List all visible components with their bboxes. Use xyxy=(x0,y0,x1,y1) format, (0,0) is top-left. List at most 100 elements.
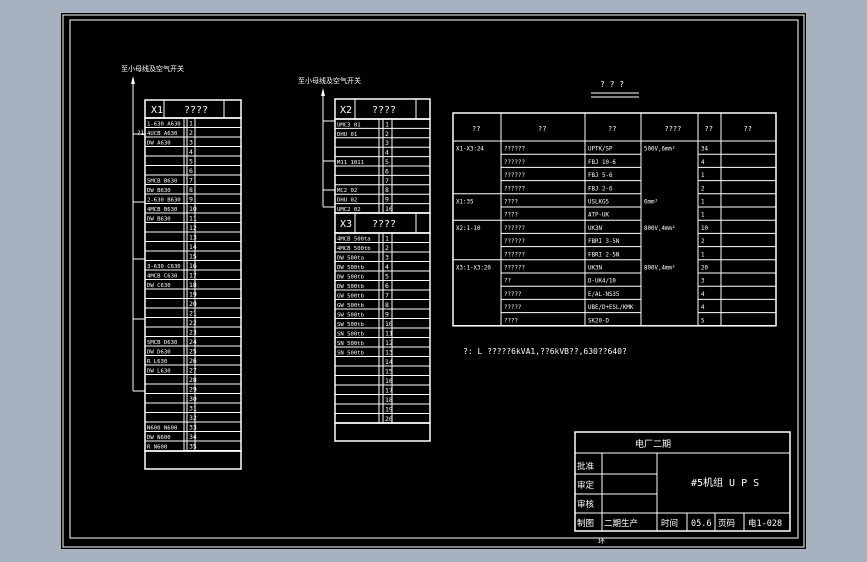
table-cell: X2:1-10 xyxy=(456,226,481,232)
x3-title: ???? xyxy=(372,219,396,230)
x2-terminal-number: 5 xyxy=(385,158,389,166)
label-check: 审核 xyxy=(577,499,595,510)
x1-terminal-number: 30 xyxy=(189,395,197,403)
x1-terminal-number: 25 xyxy=(189,348,197,356)
table-cell: FBRI 3-5N xyxy=(588,239,620,245)
x1-title: ???? xyxy=(184,105,208,116)
x1-row-label: 4MCB C630 xyxy=(147,274,177,280)
x2-annotation: 至小母线及空气开关 xyxy=(298,76,361,85)
x1-terminal-number: 24 xyxy=(189,338,197,346)
material-table: ? ? ? ???????????? ?? X1-X3:24?????? UPTK/S… xyxy=(452,80,777,356)
x1-footer xyxy=(144,450,242,470)
x1-terminal-number: 10 xyxy=(189,205,197,213)
drawer-name: 二期生产 xyxy=(604,518,638,529)
x3-row-label: DW 500tb xyxy=(337,265,365,271)
x2-terminal-number: 10 xyxy=(385,205,393,213)
table-cell: 20 xyxy=(701,266,708,272)
table-cell: USLKG5 xyxy=(588,200,609,206)
outer-border xyxy=(62,14,805,548)
x3-row-label: DW 500tb xyxy=(337,275,365,281)
table-cell: 1 xyxy=(701,200,705,206)
table-cell: 800V,4mm² xyxy=(644,265,675,272)
table-header: ?? xyxy=(744,125,752,133)
x1-tag: X1 xyxy=(151,105,163,116)
x1-terminal-number: 20 xyxy=(189,300,197,308)
x1-terminal-number: 5 xyxy=(189,158,193,166)
x1-terminal-number: 19 xyxy=(189,291,197,299)
table-cell: ?????? xyxy=(504,173,525,179)
x2-terminal-number: 6 xyxy=(385,167,389,175)
table-cell: UK3N xyxy=(588,226,602,232)
x3-row-label: SN 500tb xyxy=(337,341,365,347)
x1-terminal-number: 2 xyxy=(189,129,193,137)
table-cell: 34 xyxy=(701,147,708,153)
x3-row-label: SW 500tb xyxy=(337,322,365,328)
x1-terminal-number: 26 xyxy=(189,357,197,365)
x2-row-label: UMC3 01 xyxy=(337,122,361,128)
table-cell: FBJ 2-6 xyxy=(588,186,613,192)
drawing-name: #5机组 U P S xyxy=(691,476,759,489)
table-cell: 2 xyxy=(701,239,705,245)
x3-terminal-number: 7 xyxy=(385,292,389,300)
x3-row-label: SW 500tb xyxy=(337,313,365,319)
table-cell: E/AL-NS35 xyxy=(588,292,620,298)
table-title: ? ? ? xyxy=(600,80,624,89)
table-cell: UK3N xyxy=(588,266,602,272)
x1-row-label: DW D630 xyxy=(147,350,171,356)
x1-row-label: 3-630 C630 xyxy=(147,264,181,270)
table-cell: SK20-D xyxy=(588,318,609,324)
page-label: 页码 xyxy=(718,519,735,529)
company-name: 电厂二期 xyxy=(635,438,671,450)
table-cell: 4 xyxy=(701,160,705,166)
x1-terminal-number: 22 xyxy=(189,319,197,327)
x2-row-label: DHU 02 xyxy=(337,198,357,204)
x1-row-label: 5MCB D630 xyxy=(147,340,177,346)
table-cell: UPTK/SP xyxy=(588,147,613,153)
table-header: ?? xyxy=(472,125,480,133)
x3-row-label: GW 500tb xyxy=(337,303,365,309)
table-header: ?? xyxy=(705,125,713,133)
x3-terminal-number: 2 xyxy=(385,244,389,252)
x3-terminal-number: 15 xyxy=(385,368,393,376)
x3-terminal-number: 14 xyxy=(385,358,393,366)
table-cell: ?????? xyxy=(504,266,525,272)
table-cell: 1 xyxy=(701,173,705,179)
x3-terminal-number: 9 xyxy=(385,311,389,319)
table-cell: 1 xyxy=(701,213,705,219)
label-review: 审定 xyxy=(577,480,595,491)
table-cell: ATP-UK xyxy=(588,213,609,219)
x1-terminal-number: 35 xyxy=(189,443,197,451)
label-drawn: 制图 xyxy=(577,518,594,529)
x3-row-label: DW 500tb xyxy=(337,284,365,290)
x3-terminal-number: 16 xyxy=(385,377,393,385)
table-cell: FBJ 5-6 xyxy=(588,173,613,179)
table-cell: X3:1-X3:20 xyxy=(456,266,491,272)
table-cell: FBRI 2-5N xyxy=(588,252,620,258)
x1-terminal-number: 14 xyxy=(189,243,197,251)
x3-terminal-number: 8 xyxy=(385,301,389,309)
x1-terminal-number: 29 xyxy=(189,386,197,394)
x2-terminal-number: 2 xyxy=(385,130,389,138)
footer-fragment: 环 xyxy=(598,537,605,545)
table-cell: 1 xyxy=(701,252,705,258)
x1-row-label: DW A630 xyxy=(147,141,171,147)
table-cell: FBJ 10-6 xyxy=(588,160,616,166)
x1-terminal-number: 34 xyxy=(189,433,197,441)
table-cell: ?????? xyxy=(504,186,525,192)
x3-tag: X3 xyxy=(340,219,352,230)
x1-terminal-number: 33 xyxy=(189,424,197,432)
x1-terminal-number: 11 xyxy=(189,215,197,223)
x1-terminal-number: 7 xyxy=(189,177,193,185)
x3-terminal-number: 5 xyxy=(385,273,389,281)
x1-terminal-number: 12 xyxy=(189,224,197,232)
x2-terminal-number: 1 xyxy=(385,120,389,128)
x1-terminal-number: 3 xyxy=(189,139,193,147)
table-cell: ???? xyxy=(504,200,518,206)
x1-terminal-number: 16 xyxy=(189,262,197,270)
x1-row-label: 2-630 B630 xyxy=(147,198,181,204)
x1-row-label: 4MCB B630 xyxy=(147,207,177,213)
x1-terminal-number: 1 xyxy=(189,120,193,128)
x1-row-label: 4UCB A630 xyxy=(147,131,177,137)
table-header: ?? xyxy=(608,125,616,133)
x1-terminal-number: 32 xyxy=(189,414,197,422)
